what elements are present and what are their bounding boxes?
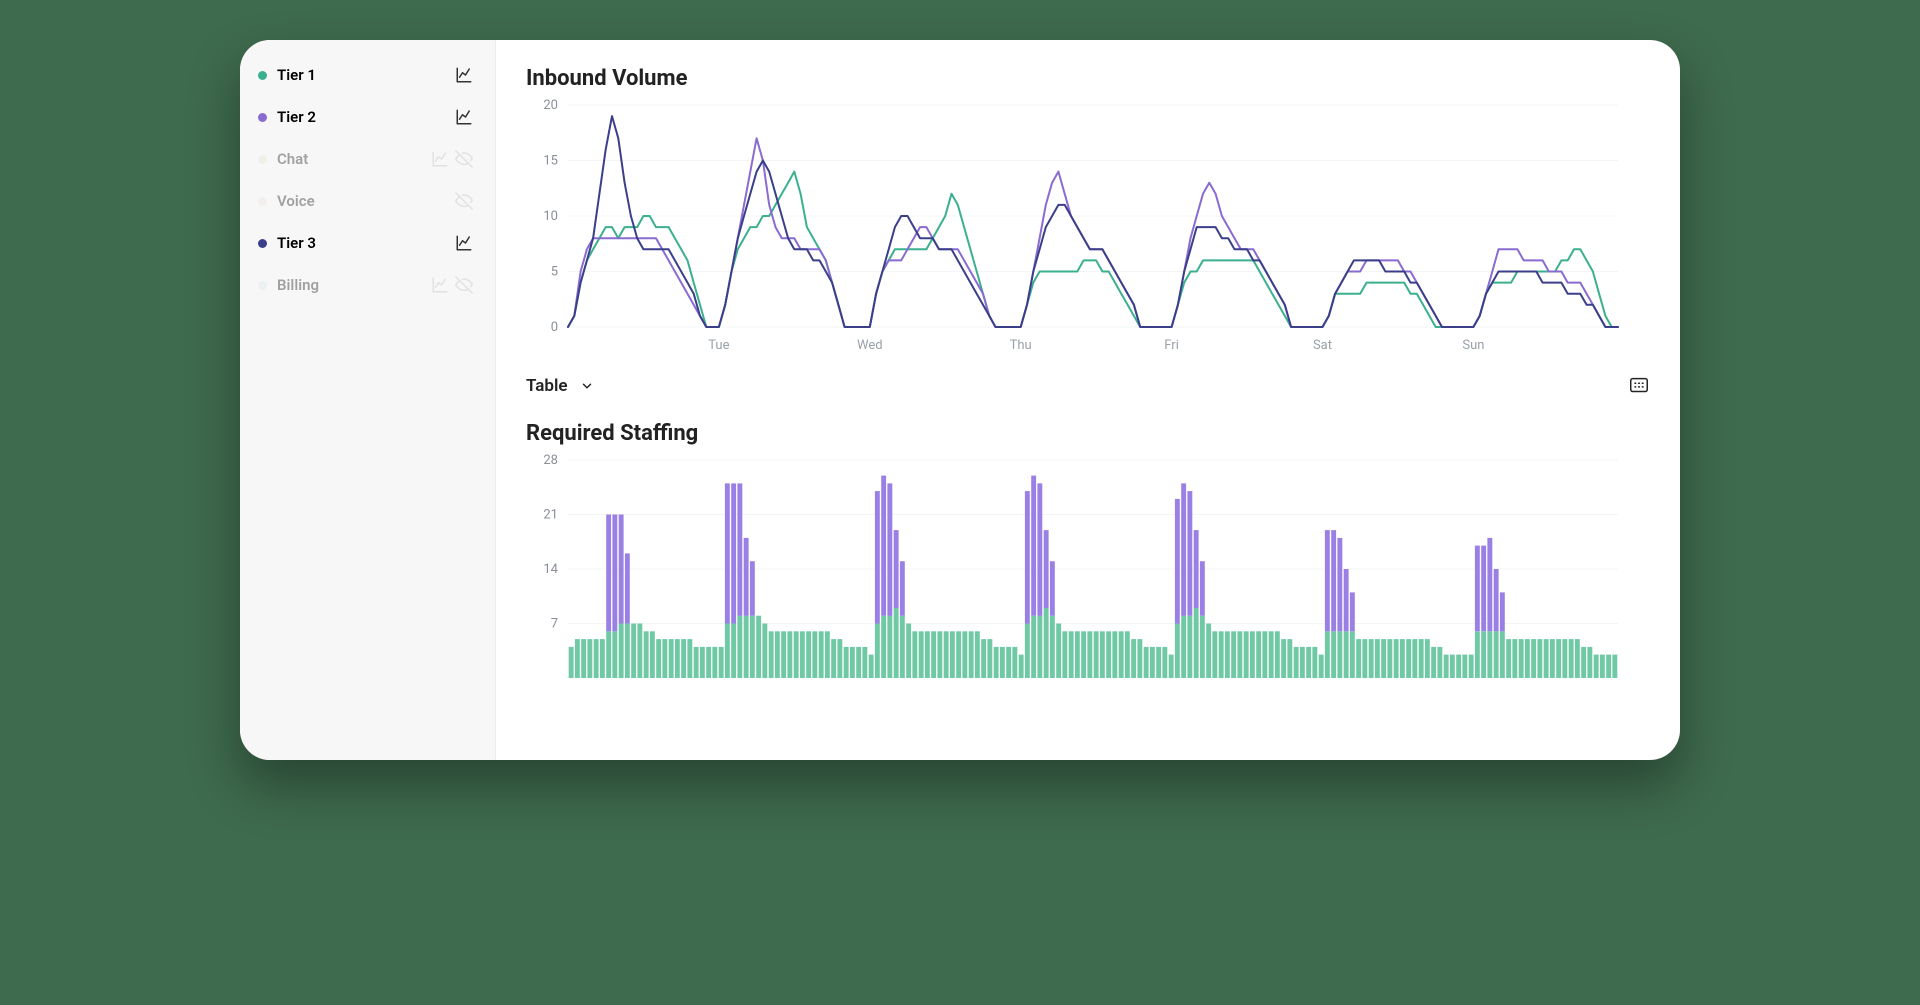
sidebar-item-tier-1[interactable]: Tier 1 (240, 54, 495, 96)
svg-text:15: 15 (543, 154, 558, 169)
svg-text:10: 10 (543, 209, 558, 224)
line-chart-icon (455, 234, 473, 252)
sidebar-item-label: Voice (277, 192, 315, 210)
sidebar-item-label: Tier 1 (277, 66, 316, 84)
line-chart-icon (455, 66, 473, 84)
sidebar: Tier 1 Tier 2 Chat Voice Tier 3 Billing (240, 40, 496, 760)
series-color-dot (258, 113, 267, 122)
svg-text:Thu: Thu (1010, 338, 1032, 353)
sidebar-item-voice[interactable]: Voice (240, 180, 495, 222)
sidebar-item-tier-3[interactable]: Tier 3 (240, 222, 495, 264)
svg-text:Fri: Fri (1164, 338, 1179, 353)
line-chart-icon (455, 108, 473, 126)
svg-text:28: 28 (543, 453, 558, 468)
eye-off-icon (455, 150, 473, 168)
inbound-volume-title: Inbound Volume (526, 66, 1650, 91)
table-toggle-label[interactable]: Table (526, 376, 568, 396)
sidebar-item-label: Tier 2 (277, 108, 316, 126)
series-color-dot (258, 239, 267, 248)
svg-text:Wed: Wed (857, 338, 883, 353)
eye-off-icon (455, 276, 473, 294)
svg-text:0: 0 (551, 320, 558, 335)
svg-text:20: 20 (543, 98, 558, 113)
series-color-dot (258, 197, 267, 206)
line-chart-icon (431, 150, 449, 168)
series-color-dot (258, 71, 267, 80)
app-frame: Tier 1 Tier 2 Chat Voice Tier 3 Billing Inbou… (240, 40, 1680, 760)
required-staffing-chart: 7 14 21 28 (526, 452, 1650, 682)
svg-text:Sat: Sat (1313, 338, 1332, 353)
sidebar-item-chat[interactable]: Chat (240, 138, 495, 180)
svg-text:14: 14 (543, 562, 558, 577)
svg-text:21: 21 (543, 508, 558, 523)
required-staffing-title: Required Staffing (526, 421, 1650, 446)
table-toggle-row: Table (526, 375, 1650, 397)
series-color-dot (258, 155, 267, 164)
svg-text:Sun: Sun (1462, 338, 1484, 353)
sidebar-item-label: Chat (277, 150, 308, 168)
export-csv-icon[interactable] (1628, 375, 1650, 397)
sidebar-item-label: Tier 3 (277, 234, 316, 252)
svg-text:5: 5 (551, 265, 558, 280)
series-color-dot (258, 281, 267, 290)
chevron-down-icon[interactable] (578, 377, 596, 395)
sidebar-item-tier-2[interactable]: Tier 2 (240, 96, 495, 138)
sidebar-item-label: Billing (277, 276, 319, 294)
sidebar-item-billing[interactable]: Billing (240, 264, 495, 306)
line-chart-icon (431, 276, 449, 294)
inbound-volume-chart: 0 5 10 15 20 Tue Wed Thu Fri Sat Sun (526, 97, 1650, 357)
main-panel: Inbound Volume 0 5 10 15 20 Tue Wed Thu Fri Sat Su… (496, 40, 1680, 760)
svg-text:Tue: Tue (708, 338, 729, 353)
svg-text:7: 7 (551, 617, 558, 632)
eye-off-icon (455, 192, 473, 210)
